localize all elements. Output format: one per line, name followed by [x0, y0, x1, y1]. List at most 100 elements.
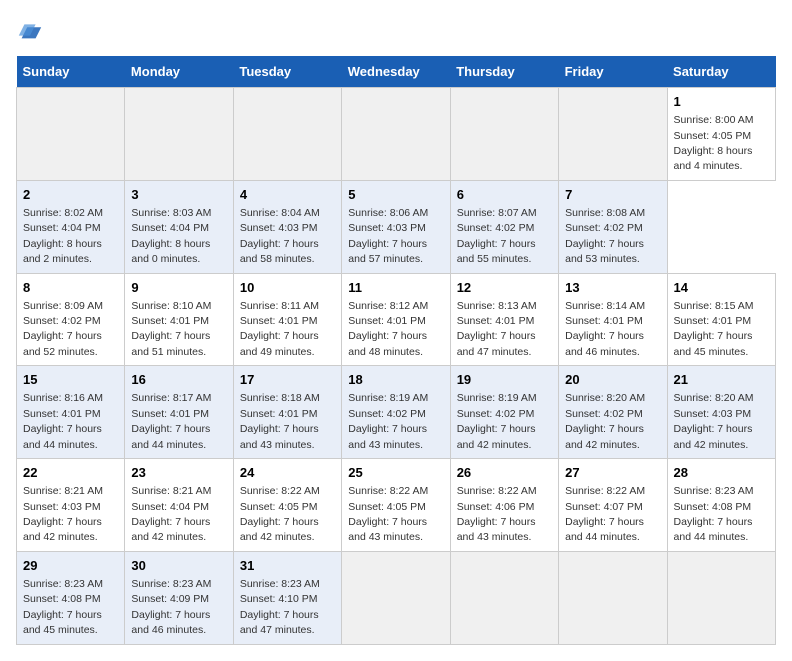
day-cell-11: 11 Sunrise: 8:12 AM Sunset: 4:01 PM Dayl… [342, 273, 450, 366]
sunrise-text: Sunrise: 8:06 AM [348, 207, 428, 219]
day-cell-19: 19 Sunrise: 8:19 AM Sunset: 4:02 PM Dayl… [450, 366, 558, 459]
sunrise-text: Sunrise: 8:20 AM [565, 392, 645, 404]
header-row: SundayMondayTuesdayWednesdayThursdayFrid… [17, 56, 776, 88]
daylight-text: Daylight: 7 hours and 42 minutes. [131, 516, 210, 543]
day-cell-13: 13 Sunrise: 8:14 AM Sunset: 4:01 PM Dayl… [559, 273, 667, 366]
day-number: 16 [131, 371, 226, 389]
daylight-text: Daylight: 7 hours and 46 minutes. [131, 609, 210, 636]
day-cell-6: 6 Sunrise: 8:07 AM Sunset: 4:02 PM Dayli… [450, 180, 558, 273]
sunrise-text: Sunrise: 8:02 AM [23, 207, 103, 219]
sunset-text: Sunset: 4:02 PM [23, 315, 101, 327]
empty-cell [450, 551, 558, 644]
day-cell-9: 9 Sunrise: 8:10 AM Sunset: 4:01 PM Dayli… [125, 273, 233, 366]
day-cell-12: 12 Sunrise: 8:13 AM Sunset: 4:01 PM Dayl… [450, 273, 558, 366]
sunrise-text: Sunrise: 8:22 AM [457, 485, 537, 497]
empty-cell [559, 88, 667, 181]
week-row-6: 29 Sunrise: 8:23 AM Sunset: 4:08 PM Dayl… [17, 551, 776, 644]
day-cell-17: 17 Sunrise: 8:18 AM Sunset: 4:01 PM Dayl… [233, 366, 341, 459]
day-number: 9 [131, 279, 226, 297]
sunset-text: Sunset: 4:02 PM [457, 408, 535, 420]
day-number: 29 [23, 557, 118, 575]
column-header-wednesday: Wednesday [342, 56, 450, 88]
sunset-text: Sunset: 4:07 PM [565, 501, 643, 513]
week-row-5: 22 Sunrise: 8:21 AM Sunset: 4:03 PM Dayl… [17, 459, 776, 552]
sunrise-text: Sunrise: 8:23 AM [674, 485, 754, 497]
empty-cell [559, 551, 667, 644]
day-cell-7: 7 Sunrise: 8:08 AM Sunset: 4:02 PM Dayli… [559, 180, 667, 273]
day-cell-31: 31 Sunrise: 8:23 AM Sunset: 4:10 PM Dayl… [233, 551, 341, 644]
sunset-text: Sunset: 4:01 PM [131, 408, 209, 420]
daylight-text: Daylight: 7 hours and 42 minutes. [674, 423, 753, 450]
empty-cell [17, 88, 125, 181]
daylight-text: Daylight: 7 hours and 44 minutes. [23, 423, 102, 450]
day-number: 10 [240, 279, 335, 297]
sunrise-text: Sunrise: 8:18 AM [240, 392, 320, 404]
day-number: 24 [240, 464, 335, 482]
sunrise-text: Sunrise: 8:13 AM [457, 300, 537, 312]
week-row-2: 2 Sunrise: 8:02 AM Sunset: 4:04 PM Dayli… [17, 180, 776, 273]
sunrise-text: Sunrise: 8:07 AM [457, 207, 537, 219]
empty-cell [233, 88, 341, 181]
day-number: 17 [240, 371, 335, 389]
page-header [16, 16, 776, 44]
sunrise-text: Sunrise: 8:04 AM [240, 207, 320, 219]
day-cell-10: 10 Sunrise: 8:11 AM Sunset: 4:01 PM Dayl… [233, 273, 341, 366]
sunset-text: Sunset: 4:01 PM [240, 408, 318, 420]
column-header-thursday: Thursday [450, 56, 558, 88]
column-header-friday: Friday [559, 56, 667, 88]
day-cell-15: 15 Sunrise: 8:16 AM Sunset: 4:01 PM Dayl… [17, 366, 125, 459]
daylight-text: Daylight: 7 hours and 42 minutes. [240, 516, 319, 543]
sunrise-text: Sunrise: 8:14 AM [565, 300, 645, 312]
day-cell-24: 24 Sunrise: 8:22 AM Sunset: 4:05 PM Dayl… [233, 459, 341, 552]
daylight-text: Daylight: 7 hours and 51 minutes. [131, 330, 210, 357]
sunset-text: Sunset: 4:04 PM [131, 222, 209, 234]
day-number: 30 [131, 557, 226, 575]
sunset-text: Sunset: 4:02 PM [348, 408, 426, 420]
column-header-saturday: Saturday [667, 56, 775, 88]
daylight-text: Daylight: 7 hours and 55 minutes. [457, 238, 536, 265]
week-row-4: 15 Sunrise: 8:16 AM Sunset: 4:01 PM Dayl… [17, 366, 776, 459]
sunset-text: Sunset: 4:08 PM [674, 501, 752, 513]
daylight-text: Daylight: 7 hours and 48 minutes. [348, 330, 427, 357]
day-number: 25 [348, 464, 443, 482]
sunset-text: Sunset: 4:05 PM [674, 130, 752, 142]
day-number: 1 [674, 93, 769, 111]
sunrise-text: Sunrise: 8:17 AM [131, 392, 211, 404]
day-number: 5 [348, 186, 443, 204]
day-number: 22 [23, 464, 118, 482]
daylight-text: Daylight: 7 hours and 52 minutes. [23, 330, 102, 357]
sunset-text: Sunset: 4:03 PM [23, 501, 101, 513]
logo [16, 16, 48, 44]
sunset-text: Sunset: 4:04 PM [23, 222, 101, 234]
sunset-text: Sunset: 4:08 PM [23, 593, 101, 605]
day-cell-2: 2 Sunrise: 8:02 AM Sunset: 4:04 PM Dayli… [17, 180, 125, 273]
sunset-text: Sunset: 4:10 PM [240, 593, 318, 605]
sunset-text: Sunset: 4:01 PM [348, 315, 426, 327]
sunrise-text: Sunrise: 8:15 AM [674, 300, 754, 312]
daylight-text: Daylight: 7 hours and 47 minutes. [240, 609, 319, 636]
day-cell-18: 18 Sunrise: 8:19 AM Sunset: 4:02 PM Dayl… [342, 366, 450, 459]
column-header-sunday: Sunday [17, 56, 125, 88]
day-cell-5: 5 Sunrise: 8:06 AM Sunset: 4:03 PM Dayli… [342, 180, 450, 273]
column-header-tuesday: Tuesday [233, 56, 341, 88]
sunset-text: Sunset: 4:02 PM [565, 222, 643, 234]
sunset-text: Sunset: 4:09 PM [131, 593, 209, 605]
week-row-1: 1 Sunrise: 8:00 AM Sunset: 4:05 PM Dayli… [17, 88, 776, 181]
day-number: 14 [674, 279, 769, 297]
day-cell-20: 20 Sunrise: 8:20 AM Sunset: 4:02 PM Dayl… [559, 366, 667, 459]
day-cell-28: 28 Sunrise: 8:23 AM Sunset: 4:08 PM Dayl… [667, 459, 775, 552]
day-cell-1: 1 Sunrise: 8:00 AM Sunset: 4:05 PM Dayli… [667, 88, 775, 181]
sunset-text: Sunset: 4:01 PM [565, 315, 643, 327]
sunrise-text: Sunrise: 8:23 AM [131, 578, 211, 590]
daylight-text: Daylight: 7 hours and 57 minutes. [348, 238, 427, 265]
day-number: 7 [565, 186, 660, 204]
sunrise-text: Sunrise: 8:23 AM [23, 578, 103, 590]
day-number: 4 [240, 186, 335, 204]
sunrise-text: Sunrise: 8:22 AM [240, 485, 320, 497]
empty-cell [342, 88, 450, 181]
day-number: 26 [457, 464, 552, 482]
daylight-text: Daylight: 7 hours and 43 minutes. [348, 423, 427, 450]
daylight-text: Daylight: 7 hours and 45 minutes. [674, 330, 753, 357]
day-cell-30: 30 Sunrise: 8:23 AM Sunset: 4:09 PM Dayl… [125, 551, 233, 644]
day-number: 15 [23, 371, 118, 389]
